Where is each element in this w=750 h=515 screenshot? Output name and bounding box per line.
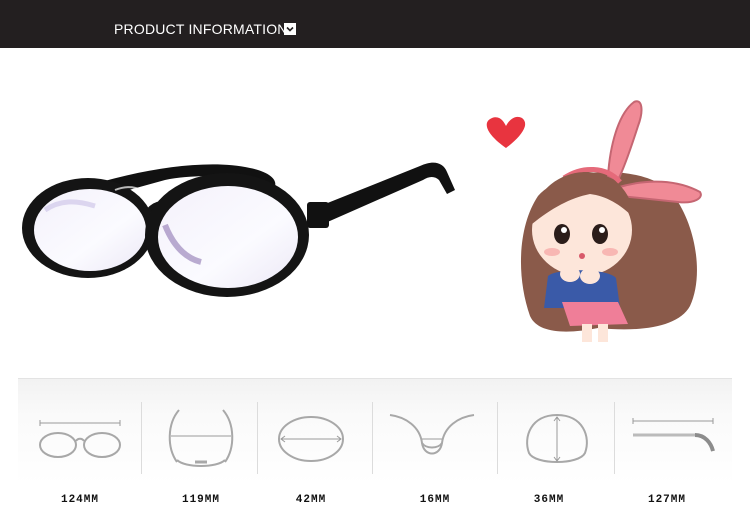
header-title: PRODUCT INFORMATION xyxy=(114,21,288,37)
cartoon-girl-illustration xyxy=(486,100,702,342)
measure-divider xyxy=(614,402,615,474)
frame-width-icon xyxy=(31,400,129,478)
measurement-value: 124MM xyxy=(60,494,99,506)
front-depth-icon xyxy=(152,400,250,478)
measurement-value: 127MM xyxy=(647,494,686,506)
chevron-down-icon[interactable] xyxy=(284,23,296,35)
heart-icon xyxy=(486,116,526,148)
header-bar: PRODUCT INFORMATION xyxy=(0,0,750,48)
bridge-width-icon xyxy=(383,400,481,478)
lens-height-icon xyxy=(508,400,606,478)
measurement-value: 42MM xyxy=(295,494,327,506)
measurement-value: 16MM xyxy=(419,494,451,506)
glasses-product-image xyxy=(22,162,455,297)
measure-divider xyxy=(257,402,258,474)
measure-divider xyxy=(141,402,142,474)
measure-divider xyxy=(372,402,373,474)
lens-width-icon xyxy=(262,400,360,478)
measurement-value: 36MM xyxy=(533,494,565,506)
measurement-value: 119MM xyxy=(181,494,220,506)
temple-length-icon xyxy=(624,400,722,478)
measure-divider xyxy=(497,402,498,474)
